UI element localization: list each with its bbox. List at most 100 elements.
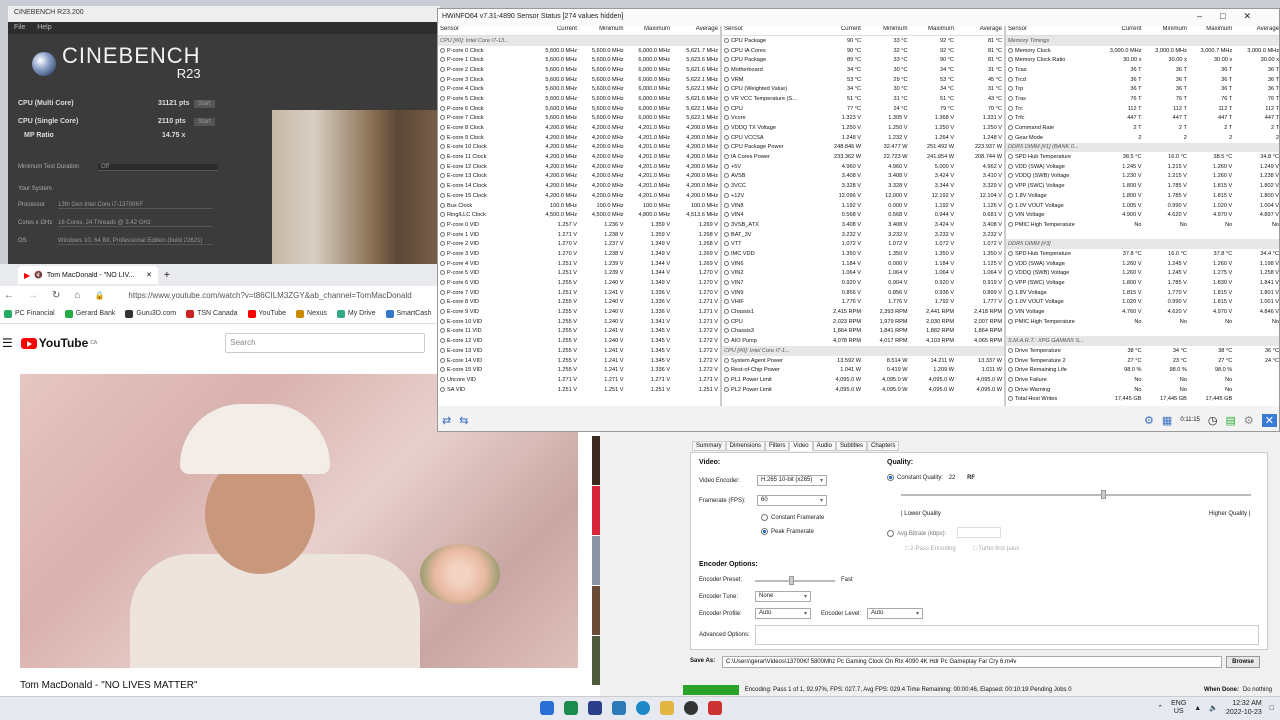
- sensor-row[interactable]: AVSB 3.408 V 3.408 V 3.424 V 3.410 V: [722, 172, 1004, 182]
- sensor-row[interactable]: P-core 2 VID 1.270 V 1.237 V 1.349 V 1.268 V: [438, 239, 720, 249]
- sensor-row[interactable]: VDDQ TX Voltage 1.250 V 1.250 V 1.250 V 1.25…: [722, 123, 1004, 133]
- bookmark-tsn[interactable]: TSN Canada: [186, 309, 238, 318]
- sensor-row[interactable]: CPU 77 °C 24 °C 79 °C 70 °C: [722, 104, 1004, 114]
- sensor-row[interactable]: VIN Voltage 4.900 V 4.620 V 4.970 V 4.897 V: [1006, 210, 1279, 220]
- reload-icon[interactable]: ↻: [52, 290, 60, 301]
- sensor-row[interactable]: E-core 13 VID 1.255 V 1.241 V 1.345 V 1.272 …: [438, 346, 720, 356]
- sensor-row[interactable]: P-core 4 Clock 5,600.0 MHz 5,600.0 MHz 6,00…: [438, 84, 720, 94]
- cpu-single-start-button[interactable]: Start: [194, 118, 215, 126]
- sensor-row[interactable]: Trfc 447 T 447 T 447 T 447 T: [1006, 114, 1279, 124]
- framerate-select[interactable]: 60: [757, 495, 827, 506]
- sensor-row[interactable]: P-core 5 Clock 5,600.0 MHz 5,600.0 MHz 6,00…: [438, 94, 720, 104]
- sensor-column-2[interactable]: Sensor Current Minimum Maximum Average CPU Pa…: [722, 26, 1006, 406]
- bookmark-youtube[interactable]: YouTube: [247, 309, 286, 318]
- sensor-row[interactable]: E-core 14 Clock 4,200.0 MHz 4,200.0 MHz 4,2…: [438, 181, 720, 191]
- sensor-row[interactable]: VRM 53 °C 29 °C 53 °C 45 °C: [722, 75, 1004, 85]
- header-average[interactable]: Average: [1234, 26, 1279, 35]
- sensor-row[interactable]: SPD Hub Temperature 38.5 °C 16.0 °C 38.5 °C…: [1006, 152, 1279, 162]
- sensor-group-header[interactable]: DDR5 DIMM [#3]: [1006, 239, 1279, 250]
- back-arrow-icon[interactable]: ←: [4, 290, 14, 301]
- turbo-checkbox[interactable]: □ Turbo first pass: [973, 546, 1019, 552]
- close-tab-icon[interactable]: ✕: [146, 271, 152, 279]
- sensor-group-header[interactable]: CPU [#0]: Intel Core i7-13...: [438, 36, 720, 46]
- header-average[interactable]: Average: [672, 26, 720, 35]
- address-bar[interactable]: https://www.youtube.com/watch?v=t86CILM3…: [128, 291, 411, 300]
- sensor-row[interactable]: E-core 15 VID 1.255 V 1.241 V 1.336 V 1.272 …: [438, 365, 720, 375]
- sensor-row[interactable]: VDDQ (SWB) Voltage 1.260 V 1.245 V 1.275 V 1…: [1006, 269, 1279, 279]
- sensor-row[interactable]: SPD Hub Temperature 37.8 °C 16.0 °C 37.8 °C…: [1006, 249, 1279, 259]
- sensor-row[interactable]: +12V 12.096 V 12.000 V 12.192 V 12.104 V: [722, 191, 1004, 201]
- sensor-row[interactable]: Ring/LLC Clock 4,500.0 MHz 4,500.0 MHz 4,80…: [438, 210, 720, 220]
- sensor-row[interactable]: PMIC High Temperature No No No No: [1006, 220, 1279, 230]
- sensor-row[interactable]: VPP (SWC) Voltage 1.800 V 1.785 V 1.830 V 1.…: [1006, 278, 1279, 288]
- header-maximum[interactable]: Maximum: [1189, 26, 1234, 35]
- home-icon[interactable]: ⌂: [74, 290, 80, 301]
- encoder-select[interactable]: H.265 10-bit (x265): [757, 475, 827, 486]
- sensor-row[interactable]: PMIC High Temperature No No No No: [1006, 317, 1279, 327]
- sensor-row[interactable]: P-core 3 Clock 5,600.0 MHz 5,600.0 MHz 6,00…: [438, 75, 720, 85]
- header-sensor[interactable]: Sensor: [1006, 26, 1100, 35]
- sensor-row[interactable]: Tcas 36 T 36 T 36 T 36 T: [1006, 65, 1279, 75]
- sensor-row[interactable]: Chassis1 2,415 RPM 2,393 RPM 2,441 RPM 2,418…: [722, 307, 1004, 317]
- sensor-row[interactable]: VIN2 1.064 V 1.064 V 1.064 V 1.064 V: [722, 269, 1004, 279]
- sensor-row[interactable]: P-core 1 Clock 5,600.0 MHz 5,600.0 MHz 6,00…: [438, 55, 720, 65]
- header-current[interactable]: Current: [1100, 26, 1144, 35]
- sensor-row[interactable]: Motherboard 34 °C 30 °C 34 °C 31 °C: [722, 65, 1004, 75]
- sensor-row[interactable]: VIN9 0.856 V 0.856 V 0.936 V 0.899 V: [722, 288, 1004, 298]
- add-timestamp-icon[interactable]: ▤: [1226, 414, 1236, 427]
- edge-icon[interactable]: [636, 701, 650, 715]
- sensor-group-header[interactable]: DDR5 DIMM [#1] (BANK 0...: [1006, 142, 1279, 153]
- sensor-row[interactable]: Rest-of-Chip Power 1.041 W 0.419 W 1.209 W 1…: [722, 365, 1004, 375]
- sensor-row[interactable]: IMC VDD 1.350 V 1.350 V 1.350 V 1.350 V: [722, 249, 1004, 259]
- avg-bitrate-radio[interactable]: Avg Bitrate (kbps):: [887, 530, 946, 537]
- sensor-row[interactable]: E-core 11 Clock 4,200.0 MHz 4,200.0 MHz 4,2…: [438, 152, 720, 162]
- clock[interactable]: 12:32 AM 2022-10-23: [1226, 699, 1262, 717]
- sensor-row[interactable]: IA Cores Power 233.362 W 22.723 W 241.954 W…: [722, 152, 1004, 162]
- tune-select[interactable]: None: [755, 591, 811, 602]
- clock-icon[interactable]: ◷: [1208, 414, 1218, 427]
- tab-filters[interactable]: Filters: [765, 441, 790, 451]
- bookmark-smartcash[interactable]: SmartCash: [385, 309, 432, 318]
- level-select[interactable]: Auto: [867, 608, 923, 619]
- minimize-icon[interactable]: –: [1197, 11, 1220, 21]
- sensor-row[interactable]: 1.8V Voltage 1.815 V 1.770 V 1.815 V 1.801 V: [1006, 288, 1279, 298]
- sensor-column-3[interactable]: Sensor Current Minimum Maximum Average Memory…: [1006, 26, 1279, 406]
- header-maximum[interactable]: Maximum: [626, 26, 673, 35]
- header-sensor[interactable]: Sensor: [438, 26, 534, 35]
- handbrake-app-icon[interactable]: [708, 701, 722, 715]
- browse-button[interactable]: Browse: [1226, 656, 1260, 668]
- sensor-row[interactable]: E-core 9 Clock 4,200.0 MHz 4,200.0 MHz 4,20…: [438, 133, 720, 143]
- sensor-row[interactable]: VDD (SWA) Voltage 1.260 V 1.245 V 1.260 V 1.…: [1006, 259, 1279, 269]
- sensor-group-header[interactable]: S.M.A.R.T.: XPG GAMMIX S...: [1006, 336, 1279, 346]
- pfr-radio[interactable]: Peak Framerate: [761, 528, 814, 535]
- sensor-row[interactable]: Drive Warning No No No: [1006, 385, 1279, 395]
- sensor-row[interactable]: 1.8V Voltage 1.800 V 1.785 V 1.815 V 1.800 V: [1006, 191, 1279, 201]
- sensor-row[interactable]: E-core 12 VID 1.255 V 1.240 V 1.345 V 1.272 …: [438, 336, 720, 346]
- advanced-options-input[interactable]: [755, 625, 1259, 645]
- quality-slider[interactable]: [901, 490, 1251, 499]
- header-average[interactable]: Average: [956, 26, 1004, 35]
- sensor-row[interactable]: Command Rate 2 T 2 T 2 T 2 T: [1006, 123, 1279, 133]
- sensor-row[interactable]: Vcore 1.323 V 1.305 V 1.368 V 1.331 V: [722, 114, 1004, 124]
- cinebench-app-icon[interactable]: [684, 701, 698, 715]
- sensor-row[interactable]: Gear Mode 2 2 2 2: [1006, 133, 1279, 143]
- close-sensors-icon[interactable]: ✕: [1261, 413, 1277, 427]
- sensor-row[interactable]: 3VSB_ATX 3.408 V 3.408 V 3.424 V 3.408 V: [722, 220, 1004, 230]
- sensor-row[interactable]: CPU (Weighted Value) 34 °C 30 °C 34 °C 31 °C: [722, 84, 1004, 94]
- sensor-row[interactable]: P-core 1 VID 1.271 V 1.238 V 1.359 V 1.268 V: [438, 230, 720, 240]
- maximize-icon[interactable]: □: [1220, 11, 1243, 21]
- sensor-row[interactable]: Trcd 36 T 36 T 36 T 36 T: [1006, 75, 1279, 85]
- tab-subtitles[interactable]: Subtitles: [835, 441, 867, 451]
- sensor-row[interactable]: E-core 10 VID 1.255 V 1.240 V 1.341 V 1.271 …: [438, 317, 720, 327]
- sensor-row[interactable]: Drive Remaining Life 98.0 % 98.0 % 98.0 %: [1006, 365, 1279, 375]
- sensor-row[interactable]: 1.0V VOUT Voltage 1.020 V 0.990 V 1.815 V 1.…: [1006, 298, 1279, 308]
- sensor-row[interactable]: System Agent Power 13.592 W 8.514 W 14.211 …: [722, 356, 1004, 366]
- file-explorer-icon[interactable]: [660, 701, 674, 715]
- sensor-row[interactable]: SA VID 1.251 V 1.251 V 1.251 V 1.251 V: [438, 385, 720, 395]
- sensor-row[interactable]: CPU 2,023 RPM 1,979 RPM 2,030 RPM 2,007 RPM: [722, 317, 1004, 327]
- sensor-row[interactable]: Chassis3 1,864 RPM 1,841 RPM 1,882 RPM 1,864…: [722, 327, 1004, 337]
- sensor-row[interactable]: Drive Failure No No No: [1006, 375, 1279, 385]
- sensor-row[interactable]: Memory Clock Ratio 30.00 x 30.00 x 30.00 x 3…: [1006, 55, 1279, 65]
- header-current[interactable]: Current: [818, 26, 863, 35]
- two-pass-checkbox[interactable]: □ 2-Pass Encoding: [905, 546, 956, 552]
